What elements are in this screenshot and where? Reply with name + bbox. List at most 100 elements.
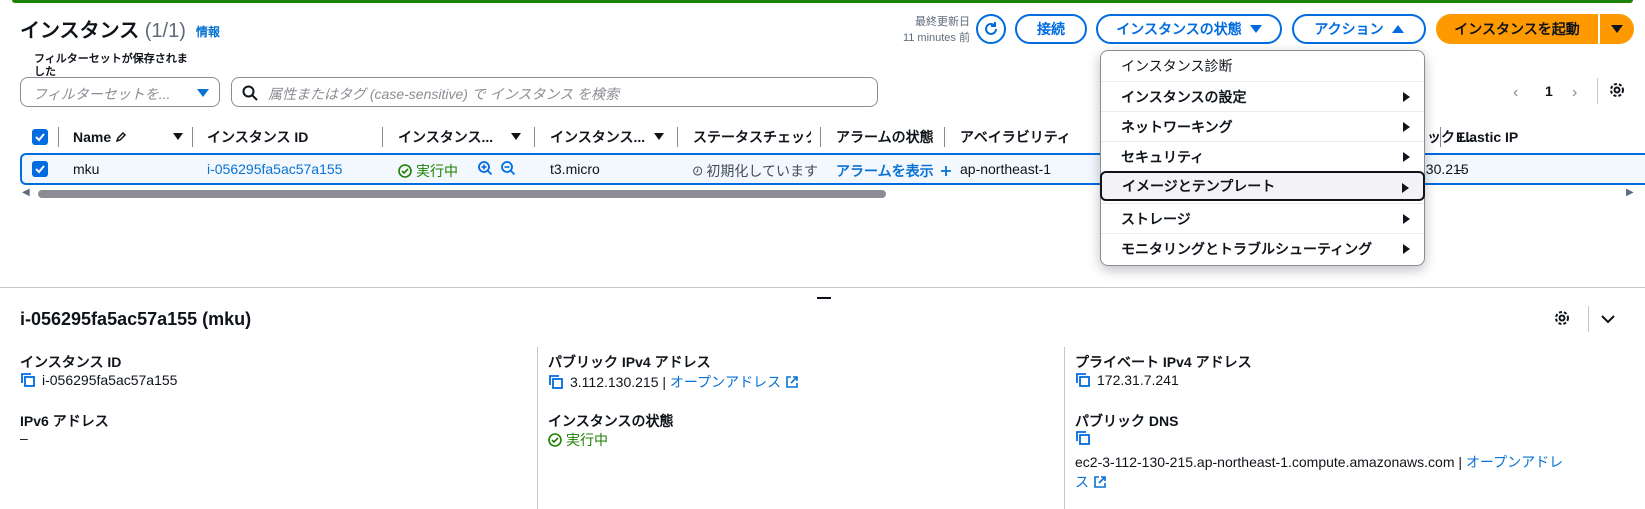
cell-elastic-ip: – xyxy=(1456,161,1464,177)
actions-menu: インスタンス診断 インスタンスの設定 ネットワーキング セキュリティ イメージと… xyxy=(1100,50,1425,266)
chevron-down-icon xyxy=(1611,25,1623,33)
menu-item-instance-diagnostics[interactable]: インスタンス診断 xyxy=(1101,51,1424,81)
chevron-up-icon xyxy=(1391,25,1404,33)
chevron-down-icon[interactable] xyxy=(1600,312,1616,328)
cell-instance-type: t3.micro xyxy=(550,161,600,177)
public-dns-value: ec2-3-112-130-215.ap-northeast-1.compute… xyxy=(1075,452,1564,472)
launch-instances-button[interactable]: インスタンスを起動 xyxy=(1436,14,1598,44)
open-address-link-wrap[interactable]: ス xyxy=(1075,472,1107,492)
view-alarms-link[interactable]: アラームを表示 xyxy=(836,161,952,181)
column-header-elastic-ip[interactable]: Elastic IP xyxy=(1456,127,1556,147)
column-divider xyxy=(944,127,945,147)
connect-button[interactable]: 接続 xyxy=(1015,14,1087,44)
menu-item-storage[interactable]: ストレージ xyxy=(1101,203,1424,233)
gear-icon[interactable] xyxy=(1608,81,1626,102)
menu-item-networking[interactable]: ネットワーキング xyxy=(1101,111,1424,141)
ipv6-label: IPv6 アドレス xyxy=(20,413,109,429)
previous-page-icon[interactable]: ‹ xyxy=(1513,84,1518,102)
external-link-icon[interactable] xyxy=(1093,475,1107,489)
horizontal-scrollbar[interactable] xyxy=(38,190,886,198)
details-title: i-056295fa5ac57a155 (mku) xyxy=(20,309,252,329)
search-icon xyxy=(242,85,258,101)
open-address-link[interactable]: オープンアドレ xyxy=(1466,452,1563,472)
menu-item-instance-settings[interactable]: インスタンスの設定 xyxy=(1101,81,1424,111)
copy-icon[interactable] xyxy=(1075,372,1091,388)
menu-item-security[interactable]: セキュリティ xyxy=(1101,141,1424,171)
column-divider xyxy=(537,347,538,509)
ipv6-value: – xyxy=(20,430,28,446)
check-circle-icon xyxy=(548,433,562,447)
public-ipv4-value: 3.112.130.215 | オープンアドレス xyxy=(548,372,799,392)
column-header-alarm-status[interactable]: アラームの状態 xyxy=(836,127,936,147)
gear-icon[interactable] xyxy=(1553,309,1571,330)
sort-icon[interactable] xyxy=(654,133,664,140)
next-page-icon[interactable]: › xyxy=(1572,84,1577,102)
instance-state-label: インスタンスの状態 xyxy=(548,413,674,429)
row-checkbox[interactable] xyxy=(32,161,48,177)
cell-instance-state: 実行中 xyxy=(398,161,458,181)
select-all-checkbox[interactable] xyxy=(32,129,48,145)
sort-icon[interactable] xyxy=(173,133,183,140)
column-header-instance-type[interactable]: インスタンス... xyxy=(550,127,650,147)
scroll-left-icon[interactable]: ◀ xyxy=(22,187,30,198)
menu-item-images-templates[interactable]: イメージとテンプレート xyxy=(1100,171,1425,201)
resize-handle[interactable] xyxy=(817,297,831,299)
launch-dropdown-button[interactable] xyxy=(1600,14,1634,44)
column-divider xyxy=(534,127,535,147)
copy-icon[interactable] xyxy=(20,372,36,388)
instance-state-value: 実行中 xyxy=(548,430,608,450)
plus-icon xyxy=(940,166,951,176)
copy-icon[interactable] xyxy=(1075,430,1091,449)
chevron-right-icon xyxy=(1403,122,1410,132)
open-address-link[interactable]: オープンアドレス xyxy=(670,372,781,392)
chevron-right-icon xyxy=(1403,152,1410,162)
instance-id-link[interactable]: i-056295fa5ac57a155 xyxy=(207,161,342,177)
chevron-right-icon xyxy=(1403,92,1410,102)
column-header-instance-id[interactable]: インスタンス ID xyxy=(207,127,377,147)
column-divider xyxy=(677,127,678,147)
refresh-button[interactable] xyxy=(976,14,1006,44)
column-divider xyxy=(382,127,383,147)
column-header-availability-zone[interactable]: アベイラビリティ xyxy=(960,127,1100,147)
saved-filter-label: フィルターセットが保存されました xyxy=(34,53,188,78)
column-divider xyxy=(820,127,821,147)
search-input[interactable]: 属性またはタグ (case-sensitive) で インスタンス を検索 xyxy=(231,77,878,107)
split-panel-divider xyxy=(0,287,1645,288)
edit-icon xyxy=(115,131,127,143)
actions-button[interactable]: アクション xyxy=(1292,14,1426,44)
divider xyxy=(1588,306,1589,332)
saved-filter-select[interactable]: フィルターセットを... xyxy=(20,77,220,107)
instance-state-button[interactable]: インスタンスの状態 xyxy=(1096,14,1282,44)
refresh-icon xyxy=(985,22,997,35)
column-divider xyxy=(192,127,193,147)
cell-status-check: 初期化しています xyxy=(693,161,818,181)
flash-bar xyxy=(0,0,1645,5)
column-header-status-check[interactable]: ステータスチェック xyxy=(693,127,811,147)
chevron-right-icon xyxy=(1402,183,1409,193)
cell-availability-zone: ap-northeast-1 xyxy=(960,161,1052,177)
zoom-in-icon[interactable] xyxy=(477,160,493,179)
column-divider xyxy=(1440,127,1441,147)
copy-icon[interactable] xyxy=(548,374,564,390)
instance-id-label: インスタンス ID xyxy=(20,354,122,370)
private-ipv4-label: プライベート IPv4 アドレス xyxy=(1075,354,1252,370)
clock-icon xyxy=(693,166,703,176)
external-link-icon[interactable] xyxy=(785,375,799,389)
sort-icon[interactable] xyxy=(511,133,521,140)
chevron-down-icon xyxy=(1249,25,1262,33)
chevron-right-icon xyxy=(1403,244,1410,254)
last-updated: 最終更新日 11 minutes 前 xyxy=(902,16,970,44)
column-header-instance-state[interactable]: インスタンス... xyxy=(398,127,498,147)
chevron-right-icon xyxy=(1403,214,1410,224)
selection-count: (1/1) xyxy=(144,20,186,42)
divider xyxy=(1597,78,1598,104)
instance-id-value: i-056295fa5ac57a155 xyxy=(20,372,177,388)
page-title: インスタンス (1/1) xyxy=(20,20,186,42)
info-link[interactable]: 情報 xyxy=(196,23,220,40)
menu-item-monitoring-troubleshooting[interactable]: モニタリングとトラブルシューティング xyxy=(1101,233,1424,263)
column-header-name[interactable]: Name xyxy=(73,127,183,147)
page-number[interactable]: 1 xyxy=(1545,83,1553,99)
scroll-right-icon[interactable]: ▶ xyxy=(1626,187,1634,198)
zoom-out-icon[interactable] xyxy=(500,160,516,179)
public-ipv4-label: パブリック IPv4 アドレス xyxy=(548,354,711,370)
